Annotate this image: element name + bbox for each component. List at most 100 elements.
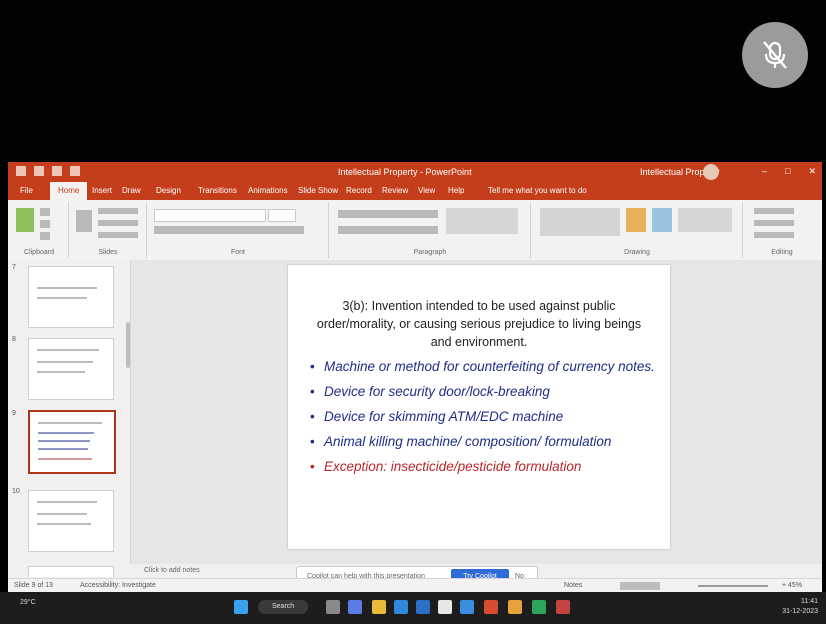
tab-slide-show[interactable]: Slide Show <box>298 186 338 195</box>
shapes-gallery[interactable] <box>540 208 620 236</box>
slide-thumbnail[interactable] <box>28 266 114 328</box>
view-buttons[interactable] <box>620 582 660 590</box>
tab-design[interactable]: Design <box>156 186 181 195</box>
save-icon[interactable] <box>16 166 26 176</box>
layout-button[interactable] <box>98 208 138 214</box>
undo-icon[interactable] <box>34 166 44 176</box>
shape-fill-buttons[interactable] <box>678 208 732 232</box>
replace-button[interactable] <box>754 220 794 226</box>
clock-date: 31-12-2023 <box>782 608 818 615</box>
app-icon[interactable] <box>556 600 570 614</box>
system-tray[interactable]: 11:41 31-12-2023 <box>782 597 818 617</box>
slide-thumbnail[interactable] <box>28 566 114 577</box>
tab-animations[interactable]: Animations <box>248 186 288 195</box>
tell-me-search[interactable]: Tell me what you want to do <box>488 186 587 195</box>
thumbnail-line <box>37 501 97 503</box>
file-explorer-icon[interactable] <box>372 600 386 614</box>
thumbnail-line <box>37 361 93 363</box>
clipboard-group: Clipboard <box>10 202 69 258</box>
ribbon: Clipboard Slides Font Paragraph Drawing … <box>8 200 822 261</box>
new-slide-icon[interactable] <box>76 210 92 232</box>
present-icon[interactable] <box>70 166 80 176</box>
reset-button[interactable] <box>98 220 138 226</box>
chrome-icon[interactable] <box>438 600 452 614</box>
slides-group: Slides <box>70 202 147 258</box>
app-icon[interactable] <box>508 600 522 614</box>
align-buttons[interactable] <box>338 226 438 234</box>
thumbnail-line <box>38 432 94 434</box>
taskbar-search-label: Search <box>272 603 295 610</box>
font-size-select[interactable] <box>268 209 296 222</box>
text-direction-buttons[interactable] <box>446 208 518 234</box>
powerpoint-icon[interactable] <box>484 600 498 614</box>
find-button[interactable] <box>754 208 794 214</box>
slide-bullet: Device for security door/lock-breaking <box>308 382 658 401</box>
teams-icon[interactable] <box>348 600 362 614</box>
format-painter-icon[interactable] <box>40 232 50 240</box>
tab-file[interactable]: File <box>20 186 33 195</box>
slide-thumbnail[interactable] <box>28 338 114 400</box>
slide-intro-text[interactable]: 3(b): Invention intended to be used agai… <box>306 297 652 351</box>
tab-insert[interactable]: Insert <box>92 186 112 195</box>
thumbnail-line <box>38 448 88 450</box>
paste-icon[interactable] <box>16 208 34 232</box>
status-bar: Slide 9 of 13 Accessibility: Investigate… <box>8 578 822 593</box>
accessibility-status[interactable]: Accessibility: Investigate <box>80 582 156 589</box>
notes-placeholder: Click to add notes <box>144 567 200 574</box>
excel-icon[interactable] <box>532 600 546 614</box>
avatar[interactable] <box>703 164 719 180</box>
tab-review[interactable]: Review <box>382 186 408 195</box>
outlook-icon[interactable] <box>460 600 474 614</box>
maximize-button[interactable]: □ <box>785 166 790 177</box>
slide-canvas[interactable]: 3(b): Invention intended to be used agai… <box>288 265 670 549</box>
tab-transitions[interactable]: Transitions <box>198 186 237 195</box>
task-view-icon[interactable] <box>326 600 340 614</box>
arrange-icon[interactable] <box>626 208 646 232</box>
store-icon[interactable] <box>416 600 430 614</box>
slide-thumbnail[interactable] <box>28 490 114 552</box>
thumbnail-number: 7 <box>12 264 16 271</box>
slide-exception-bullet: Exception: insecticide/pesticide formula… <box>308 457 658 476</box>
tab-record[interactable]: Record <box>346 186 372 195</box>
font-format-buttons[interactable] <box>154 226 304 234</box>
thumbnail-line <box>37 297 87 299</box>
thumbnail-number: 9 <box>12 410 16 417</box>
zoom-level[interactable]: + 45% <box>782 582 802 589</box>
thumbnail-line <box>38 458 92 460</box>
font-group: Font <box>148 202 329 258</box>
thumbnail-line <box>38 422 102 424</box>
slide-counter: Slide 9 of 13 <box>14 582 53 589</box>
thumbnail-line <box>37 349 99 351</box>
quick-styles-icon[interactable] <box>652 208 672 232</box>
slide-bullet-list[interactable]: Machine or method for counterfeiting of … <box>308 357 658 482</box>
zoom-slider[interactable] <box>698 585 768 587</box>
select-button[interactable] <box>754 232 794 238</box>
notes-button[interactable]: Notes <box>564 582 582 589</box>
tab-help[interactable]: Help <box>448 186 464 195</box>
cut-icon[interactable] <box>40 208 50 216</box>
taskbar-search[interactable]: Search <box>258 600 308 614</box>
list-buttons[interactable] <box>338 210 438 218</box>
clock-time: 11:41 <box>801 598 818 605</box>
font-family-select[interactable] <box>154 209 266 222</box>
windows-start-icon[interactable] <box>234 600 248 614</box>
section-button[interactable] <box>98 232 138 238</box>
video-area <box>0 0 826 162</box>
redo-icon[interactable] <box>52 166 62 176</box>
thumbnail-scrollbar[interactable] <box>126 322 130 368</box>
microphone-off-icon[interactable] <box>742 22 808 88</box>
slide-thumbnail-selected[interactable] <box>28 410 116 474</box>
copy-icon[interactable] <box>40 220 50 228</box>
group-label: Clipboard <box>24 249 54 256</box>
slide-thumbnail-pane: 7 8 9 10 <box>8 260 131 578</box>
thumbnail-line <box>37 287 97 289</box>
tab-home[interactable]: Home <box>50 182 88 200</box>
thumbnail-number: 8 <box>12 336 16 343</box>
weather-widget[interactable]: 29°C <box>20 599 36 606</box>
edge-icon[interactable] <box>394 600 408 614</box>
tab-view[interactable]: View <box>418 186 435 195</box>
tab-draw[interactable]: Draw <box>122 186 141 195</box>
thumbnail-line <box>38 440 90 442</box>
minimize-button[interactable]: – <box>762 166 767 177</box>
close-button[interactable]: ✕ <box>808 166 816 177</box>
